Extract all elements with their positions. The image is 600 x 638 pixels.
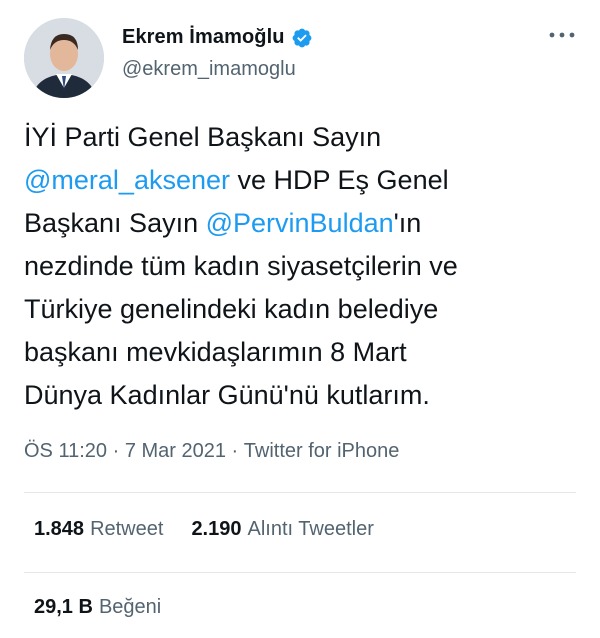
quotes-count: 2.190 bbox=[191, 518, 242, 540]
tweet-text-segment: nezdinde tüm kadın siyasetçilerin ve bbox=[24, 251, 458, 281]
avatar-image bbox=[24, 18, 104, 98]
author-name-row[interactable]: Ekrem İmamoğlu bbox=[122, 26, 313, 49]
tweet-source-app[interactable]: Twitter for iPhone bbox=[244, 440, 400, 463]
meta-separator: · bbox=[107, 440, 125, 462]
divider bbox=[24, 572, 576, 573]
meta-separator: · bbox=[225, 440, 244, 462]
tweet-text-line: Başkanı Sayın @PervinBuldan'ın bbox=[24, 202, 584, 245]
tweet-time[interactable]: ÖS 11:20 bbox=[24, 440, 107, 463]
tweet-meta: ÖS 11:20 · 7 Mar 2021 · Twitter for iPho… bbox=[24, 440, 399, 463]
tweet-text-segment: başkanı mevkidaşlarımın 8 Mart bbox=[24, 337, 407, 367]
mention-link[interactable]: @PervinBuldan bbox=[206, 208, 394, 238]
verified-badge-icon bbox=[292, 28, 311, 47]
tweet-text-segment: Dünya Kadınlar Günü'nü kutlarım. bbox=[24, 380, 430, 410]
stats-row-retweets: 1.848 Retweet 2.190 Alıntı Tweetler bbox=[34, 518, 402, 541]
stats-row-likes: 29,1 B Beğeni bbox=[34, 596, 189, 619]
tweet-text-segment: 'ın bbox=[393, 208, 422, 238]
tweet-text-line: Dünya Kadınlar Günü'nü kutlarım. bbox=[24, 374, 584, 417]
tweet-date[interactable]: 7 Mar 2021 bbox=[125, 440, 226, 463]
tweet-text: İYİ Parti Genel Başkanı Sayın @meral_aks… bbox=[24, 116, 584, 417]
likes-count: 29,1 B bbox=[34, 596, 93, 618]
quotes-label: Alıntı Tweetler bbox=[247, 518, 374, 540]
tweet-text-segment: İYİ Parti Genel Başkanı Sayın bbox=[24, 122, 389, 152]
tweet-text-line: @meral_aksener ve HDP Eş Genel bbox=[24, 159, 584, 202]
mention-link[interactable]: @meral_aksener bbox=[24, 165, 230, 195]
tweet-text-line: nezdinde tüm kadın siyasetçilerin ve bbox=[24, 245, 584, 288]
tweet-text-segment: Türkiye genelindeki kadın belediye bbox=[24, 294, 439, 324]
tweet-text-segment: Başkanı Sayın bbox=[24, 208, 206, 238]
author-handle[interactable]: @ekrem_imamoglu bbox=[122, 58, 296, 81]
retweets-label: Retweet bbox=[90, 518, 164, 540]
tweet-text-line: Türkiye genelindeki kadın belediye bbox=[24, 288, 584, 331]
author-name[interactable]: Ekrem İmamoğlu bbox=[122, 26, 285, 49]
likes-label: Beğeni bbox=[98, 596, 162, 618]
retweets-stat[interactable]: 1.848 Retweet bbox=[34, 518, 163, 541]
tweet-text-line: başkanı mevkidaşlarımın 8 Mart bbox=[24, 331, 584, 374]
quotes-stat[interactable]: 2.190 Alıntı Tweetler bbox=[191, 518, 373, 541]
divider bbox=[24, 492, 576, 493]
likes-stat[interactable]: 29,1 B Beğeni bbox=[34, 596, 161, 619]
tweet-text-segment: ve HDP Eş Genel bbox=[230, 165, 449, 195]
tweet-header: Ekrem İmamoğlu @ekrem_imamoglu bbox=[24, 18, 580, 98]
more-horizontal-icon[interactable] bbox=[548, 28, 576, 42]
retweets-count: 1.848 bbox=[34, 518, 85, 540]
tweet-text-line: İYİ Parti Genel Başkanı Sayın bbox=[24, 116, 584, 159]
avatar[interactable] bbox=[24, 18, 104, 98]
